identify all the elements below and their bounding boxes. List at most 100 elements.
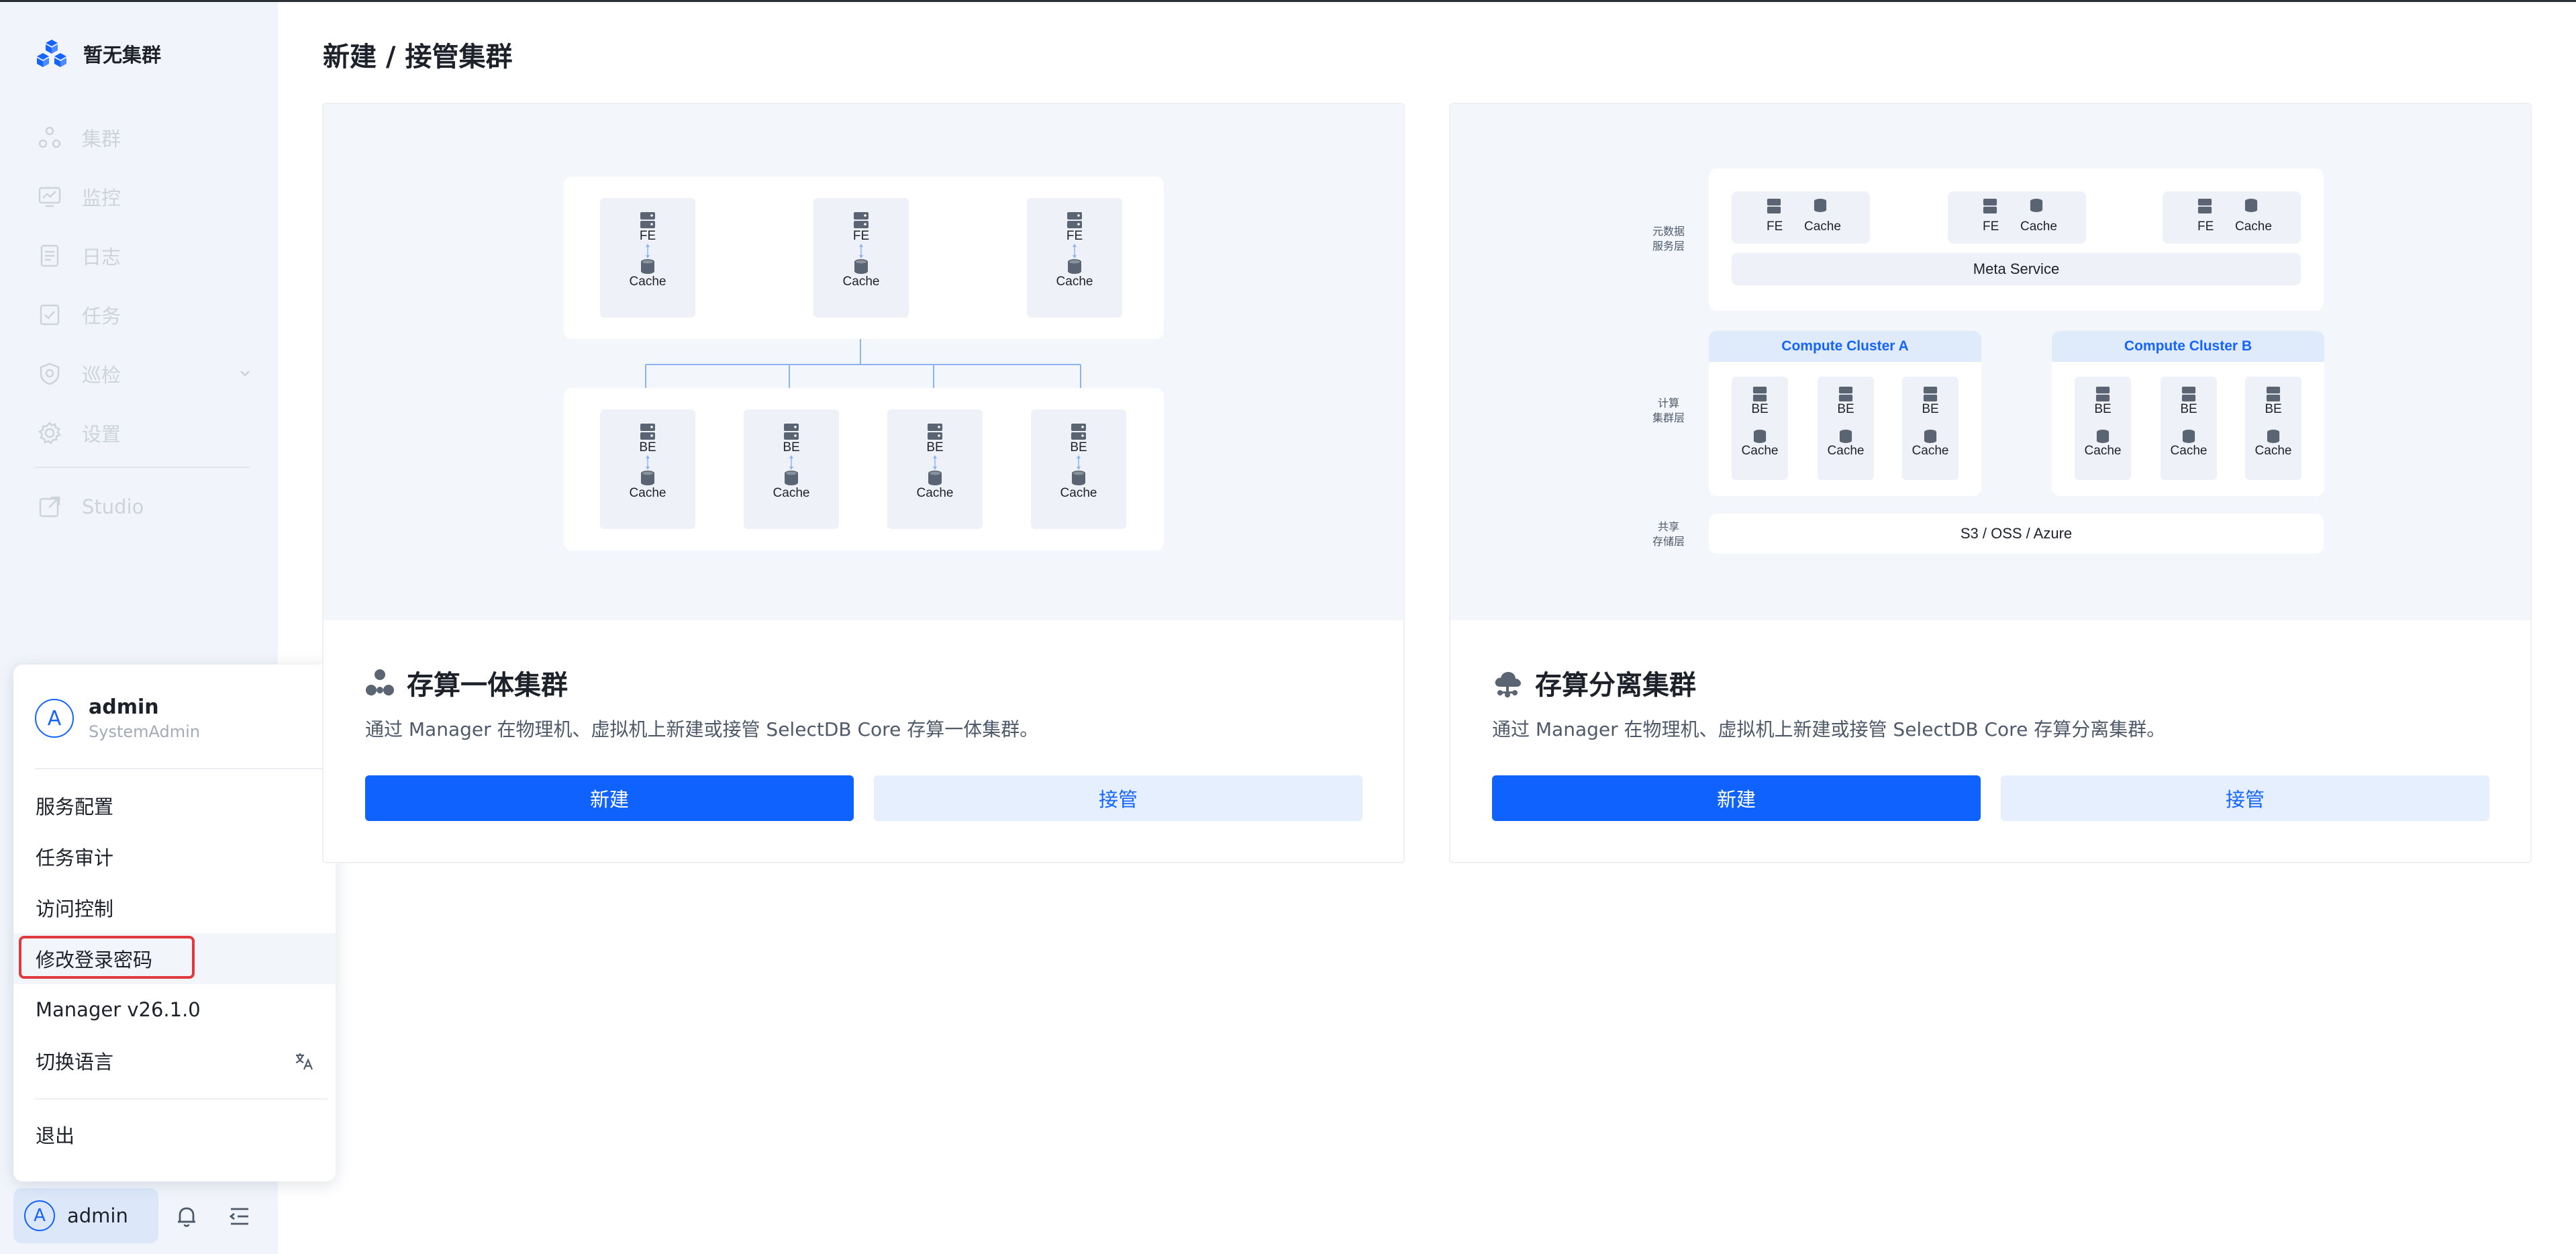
menu-item-switch-language[interactable]: 切换语言: [13, 1035, 336, 1086]
server-icon: [2266, 387, 2281, 401]
be-node: BE Cache: [600, 409, 695, 529]
server-icon: [1767, 199, 1781, 213]
card-header: 存算分离集群: [1492, 663, 1696, 702]
node-label: BE: [2180, 402, 2197, 416]
cluster-title: Compute Cluster A: [1709, 331, 1981, 362]
arrow-icon: [1077, 455, 1081, 470]
user-dropdown-menu: A admin SystemAdmin 服务配置 任务审计 访问控制 修改登录密…: [13, 665, 336, 1181]
node-label: Cache: [629, 486, 666, 500]
sidebar-item-monitor[interactable]: 监控: [38, 167, 252, 226]
database-icon: [1068, 259, 1081, 274]
user-name: admin: [67, 1204, 128, 1227]
bell-icon[interactable]: [172, 1202, 201, 1231]
brand[interactable]: 暂无集群: [35, 37, 161, 70]
be-node: BE Cache: [1902, 377, 1959, 480]
menu-item-label: 切换语言: [36, 1051, 114, 1073]
meta-layer-panel: FE Cache FE Cache FE Cache Meta Service: [1709, 168, 2324, 311]
fe-node: FE Cache: [813, 198, 909, 318]
sidebar-item-label: 设置: [82, 423, 121, 446]
cloud-storage-icon: [1495, 672, 1521, 697]
be-node: BE Cache: [2075, 377, 2131, 480]
chevron-down-icon: [240, 371, 250, 377]
node-label: BE: [1070, 440, 1087, 454]
create-button[interactable]: 新建: [1492, 775, 1981, 821]
node-label: Cache: [1741, 444, 1779, 458]
takeover-button[interactable]: 接管: [874, 775, 1363, 821]
database-icon: [928, 471, 942, 485]
sidebar-item-label: 集群: [82, 128, 121, 150]
takeover-button[interactable]: 接管: [2001, 775, 2489, 821]
brand-name: 暂无集群: [83, 44, 162, 66]
server-icon: [928, 424, 942, 440]
node-label: Cache: [1060, 486, 1097, 500]
avatar: A: [24, 1200, 55, 1231]
arrow-icon: [789, 455, 793, 470]
settings-icon: [38, 422, 61, 444]
sidebar-item-inspect[interactable]: 巡检: [38, 344, 252, 403]
card-header: 存算一体集群: [365, 663, 568, 702]
arrow-icon: [646, 455, 650, 470]
avatar: A: [35, 699, 74, 738]
user-menu-trigger[interactable]: A admin: [13, 1188, 158, 1243]
popup-user-role: SystemAdmin: [89, 722, 200, 741]
database-icon: [785, 471, 798, 485]
server-icon: [640, 212, 655, 228]
node-label: Cache: [2170, 444, 2208, 458]
be-node: BE Cache: [2245, 377, 2301, 480]
task-icon: [40, 304, 60, 326]
server-icon: [640, 424, 655, 440]
node-label: BE: [783, 440, 800, 454]
database-icon: [1924, 430, 1937, 443]
database-icon: [1839, 430, 1852, 443]
arrow-icon: [933, 455, 937, 470]
popup-user-name: admin: [89, 695, 159, 719]
create-button[interactable]: 新建: [365, 775, 854, 821]
layer-label-storage: 共享 存储层: [1652, 522, 1685, 548]
node-label: Cache: [1804, 220, 1841, 234]
node-label: BE: [2265, 402, 2282, 416]
database-icon: [2096, 430, 2110, 443]
cluster-title: Compute Cluster B: [2052, 331, 2324, 362]
sidebar-footer: A admin: [13, 1188, 274, 1245]
server-icon: [1071, 424, 1086, 440]
node-label: FE: [2197, 220, 2214, 234]
popup-user-info: A admin SystemAdmin: [35, 694, 200, 742]
server-icon: [784, 424, 799, 440]
be-node: BE Cache: [2161, 377, 2217, 480]
node-label: Cache: [2084, 444, 2122, 458]
page-title: 新建 / 接管集群: [323, 42, 513, 73]
menu-item-task-audit[interactable]: 任务审计: [13, 831, 336, 882]
cluster-icon: [38, 126, 61, 148]
menu-item-change-password[interactable]: 修改登录密码: [13, 933, 336, 984]
database-icon: [1814, 199, 1827, 212]
server-icon: [1983, 199, 1997, 213]
node-label: FE: [639, 229, 656, 243]
database-icon: [641, 471, 654, 485]
menu-item-service-config[interactable]: 服务配置: [13, 780, 336, 831]
card-title: 存算分离集群: [1535, 670, 1696, 701]
server-icon: [2095, 387, 2110, 401]
server-icon: [1067, 212, 1082, 228]
menu-item-access-control[interactable]: 访问控制: [13, 882, 336, 933]
sidebar-item-label: 日志: [82, 246, 121, 269]
be-node: BE Cache: [1031, 409, 1126, 529]
layer-label-meta: 元数据 服务层: [1652, 226, 1685, 252]
server-icon: [1752, 387, 1767, 401]
node-label: Cache: [2235, 220, 2272, 234]
fe-cache-group: FE Cache: [2163, 191, 2301, 244]
sidebar-item-cluster[interactable]: 集群: [38, 108, 252, 167]
popup-divider: [35, 1098, 328, 1100]
sidebar-item-settings[interactable]: 设置: [38, 403, 252, 463]
collapse-menu-icon[interactable]: [224, 1202, 254, 1231]
node-label: Cache: [629, 275, 666, 289]
card-title: 存算一体集群: [407, 670, 568, 701]
database-icon: [2030, 199, 2043, 212]
sidebar-item-log[interactable]: 日志: [38, 226, 252, 285]
menu-item-logout[interactable]: 退出: [13, 1109, 336, 1160]
sidebar-item-studio[interactable]: Studio: [38, 480, 144, 534]
sidebar-item-task[interactable]: 任务: [38, 285, 252, 344]
server-icon: [2197, 199, 2212, 213]
database-icon: [2182, 430, 2195, 443]
be-node: BE Cache: [1818, 377, 1874, 480]
node-label: BE: [1922, 402, 1939, 416]
